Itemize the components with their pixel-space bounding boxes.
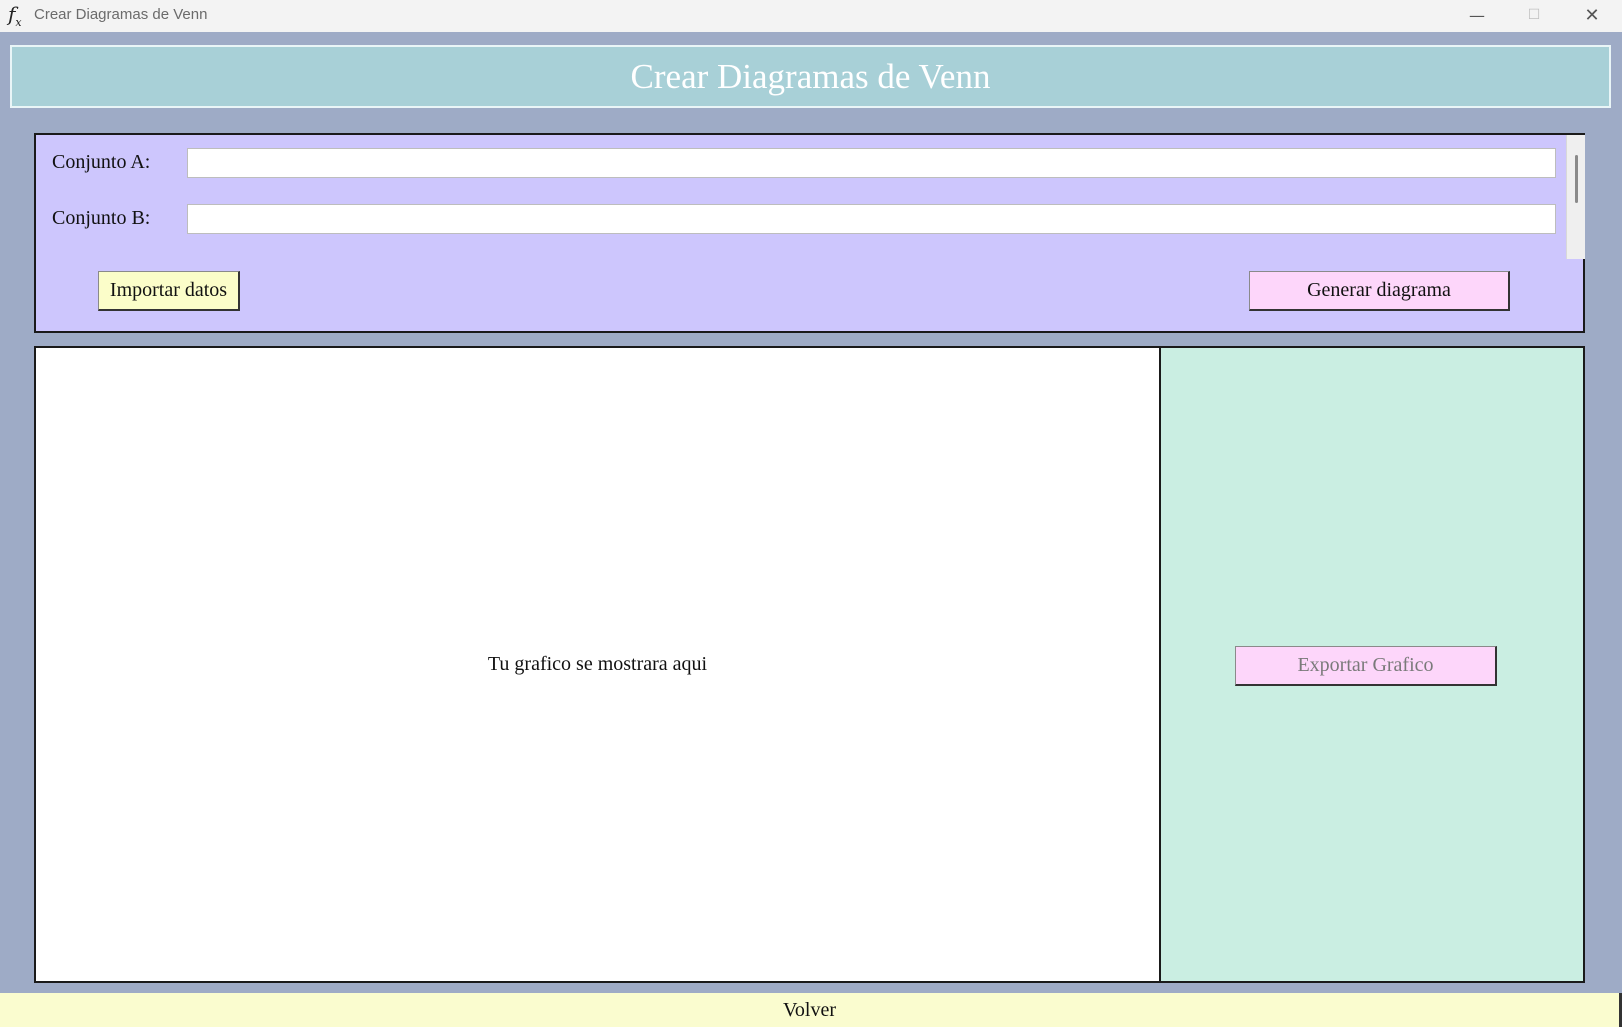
vertical-scrollbar[interactable] — [1566, 135, 1585, 259]
generate-diagram-button[interactable]: Generar diagrama — [1249, 271, 1510, 311]
set-b-label: Conjunto B: — [52, 207, 151, 229]
back-button[interactable]: Volver — [0, 993, 1622, 1027]
maximize-button[interactable]: ☐ — [1505, 0, 1563, 30]
close-button[interactable]: ✕ — [1563, 0, 1621, 30]
page-title: Crear Diagramas de Venn — [630, 56, 991, 96]
header-banner: Crear Diagramas de Venn — [10, 45, 1611, 108]
export-panel: Exportar Grafico — [1159, 346, 1585, 983]
window-titlebar: fx Crear Diagramas de Venn — ☐ ✕ — [0, 0, 1622, 32]
graph-display-area: Tu grafico se mostrara aqui — [34, 346, 1161, 983]
graph-placeholder-text: Tu grafico se mostrara aqui — [487, 653, 708, 675]
minimize-button[interactable]: — — [1448, 0, 1506, 30]
export-graph-button[interactable]: Exportar Grafico — [1235, 646, 1497, 686]
import-data-button[interactable]: Importar datos — [98, 271, 240, 311]
set-a-input[interactable] — [187, 148, 1556, 178]
set-a-label: Conjunto A: — [52, 151, 151, 173]
fx-function-icon: fx — [8, 2, 22, 29]
set-input-panel: Conjunto A: Conjunto B: Importar datos G… — [34, 133, 1585, 333]
set-b-input[interactable] — [187, 204, 1556, 234]
scrollbar-thumb[interactable] — [1575, 155, 1578, 203]
window-title: Crear Diagramas de Venn — [34, 6, 208, 23]
